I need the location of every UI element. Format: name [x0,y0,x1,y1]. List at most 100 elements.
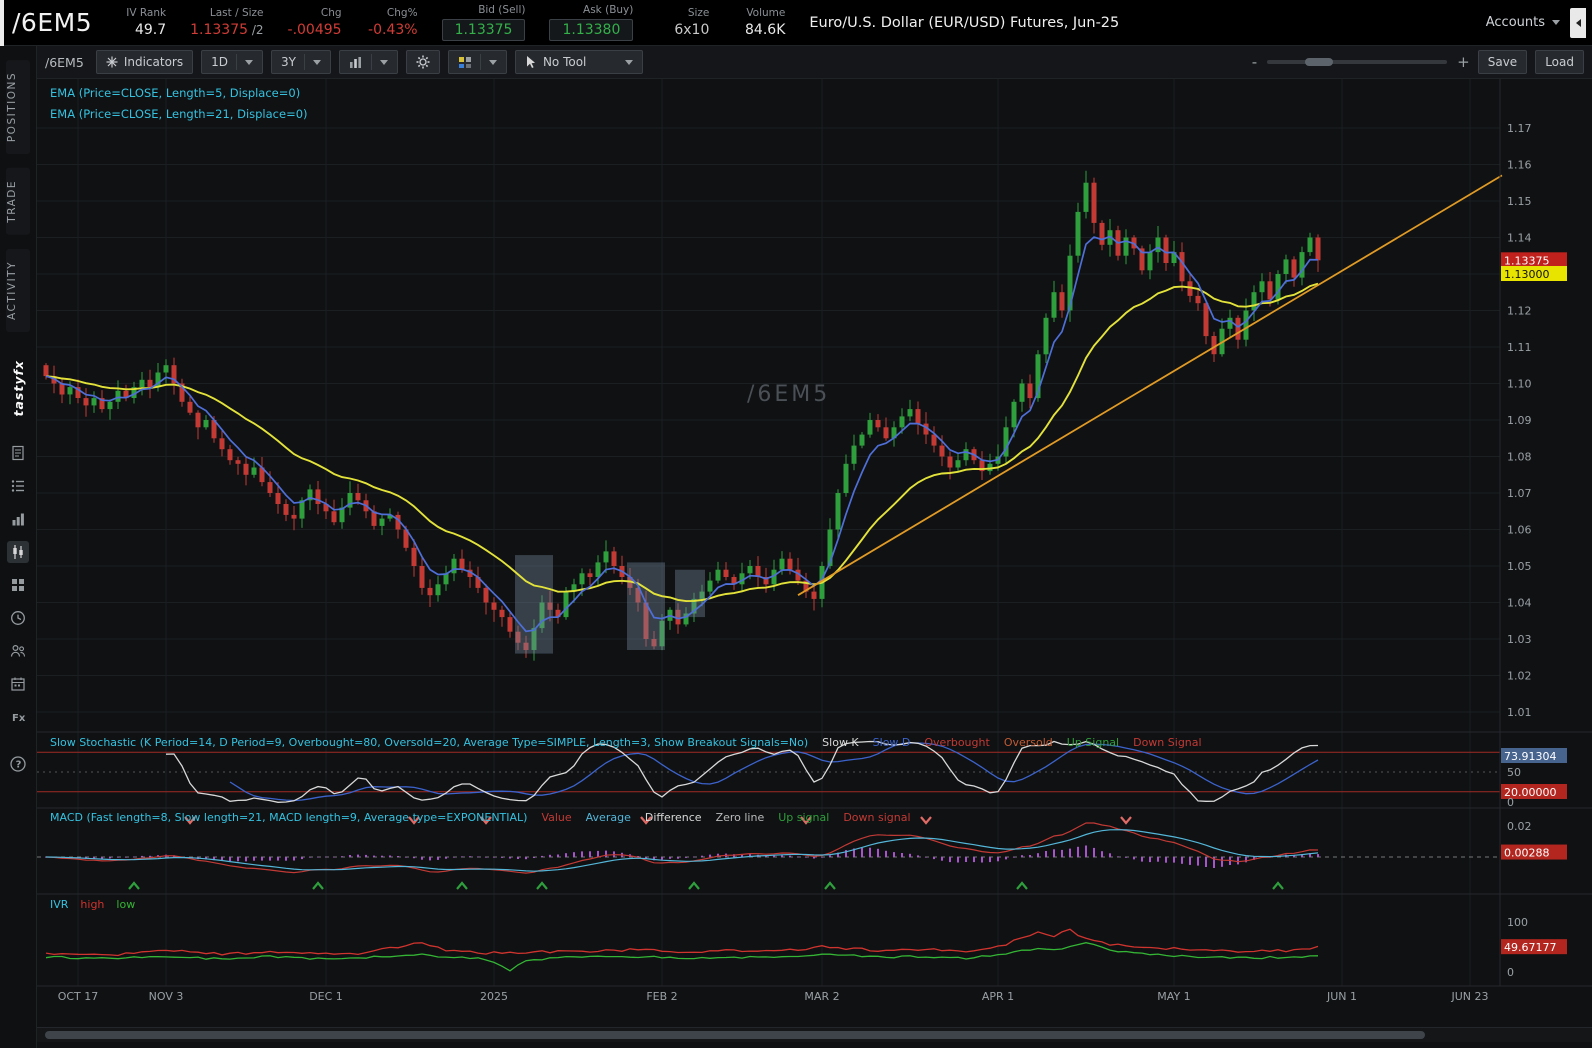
layout-dropdown[interactable] [448,50,507,74]
collapse-quote-button[interactable] [1570,8,1586,38]
save-button[interactable]: Save [1478,50,1527,74]
svg-text:1.13000: 1.13000 [1504,268,1550,281]
timeframe-dropdown[interactable]: 1D [201,50,263,74]
ledger-icon[interactable] [7,475,29,497]
svg-text:1.02: 1.02 [1507,670,1532,683]
chevron-down-icon [313,60,321,65]
quote-field-bid: Bid (Sell) 1.13375 [442,4,526,41]
position-zone [627,562,665,650]
indicators-button[interactable]: Indicators [96,50,193,74]
svg-text:FEB 2: FEB 2 [646,990,677,1003]
quote-field-chg-pct: Chg% -0.43% [366,7,418,38]
svg-text:Fx: Fx [12,713,26,724]
price-chart-canvas[interactable]: 1.011.021.031.041.051.061.071.081.091.10… [37,79,1592,1027]
timeframe-value: 1D [211,55,228,69]
toolbar-symbol: /6EM5 [45,55,84,70]
ivr-value-badge: 49.67177 [1501,939,1567,954]
report-icon[interactable] [7,442,29,464]
svg-text:1.15: 1.15 [1507,195,1532,208]
accounts-dropdown[interactable]: Accounts [1486,15,1560,30]
grid-icon[interactable] [7,574,29,596]
macd-value-badge: 0.00288 [1501,845,1567,860]
trendline[interactable] [798,175,1502,595]
left-sidebar: POSITIONS TRADE ACTIVITY tastyfx [0,46,37,1048]
sidebar-tab-activity[interactable]: ACTIVITY [6,249,30,332]
svg-text:100: 100 [1507,916,1528,929]
bid-button[interactable]: 1.13375 [442,19,526,41]
svg-text:1.12: 1.12 [1507,305,1532,318]
bar-chart-icon[interactable] [7,508,29,530]
sidebar-tab-positions[interactable]: POSITIONS [6,60,30,154]
fx-icon[interactable]: Fx [7,706,29,728]
svg-text:NOV 3: NOV 3 [149,990,184,1003]
svg-text:0: 0 [1507,796,1514,809]
gear-icon [416,55,430,69]
ema-price-badge: 1.13000 [1501,266,1567,281]
people-icon[interactable] [7,640,29,662]
up-signal-arrow [457,883,467,889]
svg-text:0.00288: 0.00288 [1504,847,1550,860]
indicators-icon [106,56,118,68]
help-icon[interactable]: ? [7,753,29,775]
ivr-legend: IVRhighlow [50,898,135,911]
svg-text:1.10: 1.10 [1507,378,1532,391]
sidebar-tab-trade[interactable]: TRADE [6,168,30,235]
zoom-in-button[interactable]: + [1457,53,1470,71]
ema-fast-legend: EMA (Price=CLOSE, Length=5, Displace=0) [50,86,300,100]
tastyfx-brand: tastyfx [11,348,26,428]
quote-field-ask: Ask (Buy) 1.13380 [549,4,633,41]
chart-style-dropdown[interactable] [339,50,398,74]
quote-bar: /6EM5 IV Rank 49.7 Last / Size 1.13375 /… [0,0,1592,46]
svg-text:MAR 2: MAR 2 [804,990,839,1003]
field-label: Chg [321,7,342,19]
layout-grid-icon [458,56,472,69]
zoom-slider[interactable] [1267,60,1447,64]
macd-legend: MACD (Fast length=8, Slow length=21, MAC… [50,811,911,824]
svg-text:1.09: 1.09 [1507,414,1532,427]
down-signal-arrow [921,817,931,823]
up-signal-arrow [825,883,835,889]
chart-horizontal-scrollbar[interactable] [37,1027,1592,1042]
chart-stack: 1.011.021.031.041.051.061.071.081.091.10… [37,79,1592,1027]
field-label: Volume [746,7,785,19]
chevron-down-icon [625,60,633,65]
chart-settings-button[interactable] [406,50,440,74]
field-label: Last / Size [210,7,264,19]
ema-slow-line [46,284,1318,601]
trading-platform-window: /6EM5 IV Rank 49.7 Last / Size 1.13375 /… [0,0,1592,1048]
svg-text:1.17: 1.17 [1507,122,1532,135]
svg-text:49.67177: 49.67177 [1504,941,1557,954]
range-dropdown[interactable]: 3Y [271,50,331,74]
tool-value: No Tool [543,55,586,69]
last-size: /2 [248,23,264,37]
load-button[interactable]: Load [1535,50,1584,74]
position-zone [675,570,705,617]
zoom-out-button[interactable]: - [1252,53,1257,71]
ask-button[interactable]: 1.13380 [549,19,633,41]
field-label: Bid (Sell) [478,4,525,16]
quote-field-last-size: Last / Size 1.13375 /2 [190,7,263,38]
svg-text:1.11: 1.11 [1507,341,1532,354]
scrollbar-thumb[interactable] [45,1031,1425,1039]
candles-chart-icon[interactable] [7,541,29,563]
quote-field-chg: Chg -.00495 [288,7,342,38]
quote-field-iv-rank: IV Rank 49.7 [114,7,166,38]
up-signal-arrow [537,883,547,889]
svg-text:1.05: 1.05 [1507,560,1532,573]
down-signal-arrow [1121,817,1131,823]
field-value: 6x10 [674,22,709,38]
field-value: 49.7 [135,22,166,38]
indicators-label: Indicators [124,55,183,69]
field-label: Size [688,7,710,19]
chart-panel: /6EM5 Indicators 1D 3Y [37,46,1592,1048]
last-price: 1.13375 [190,22,248,38]
calendar-icon[interactable] [7,673,29,695]
svg-text:1.07: 1.07 [1507,487,1532,500]
cursor-icon [525,55,537,69]
zoom-slider-thumb[interactable] [1305,58,1333,66]
ivr-low-line [46,943,1318,971]
stoch-k-badge: 73.91304 [1501,748,1567,763]
clock-icon[interactable] [7,607,29,629]
drawing-tool-dropdown[interactable]: No Tool [515,50,643,74]
ema-slow-legend: EMA (Price=CLOSE, Length=21, Displace=0) [50,107,308,121]
